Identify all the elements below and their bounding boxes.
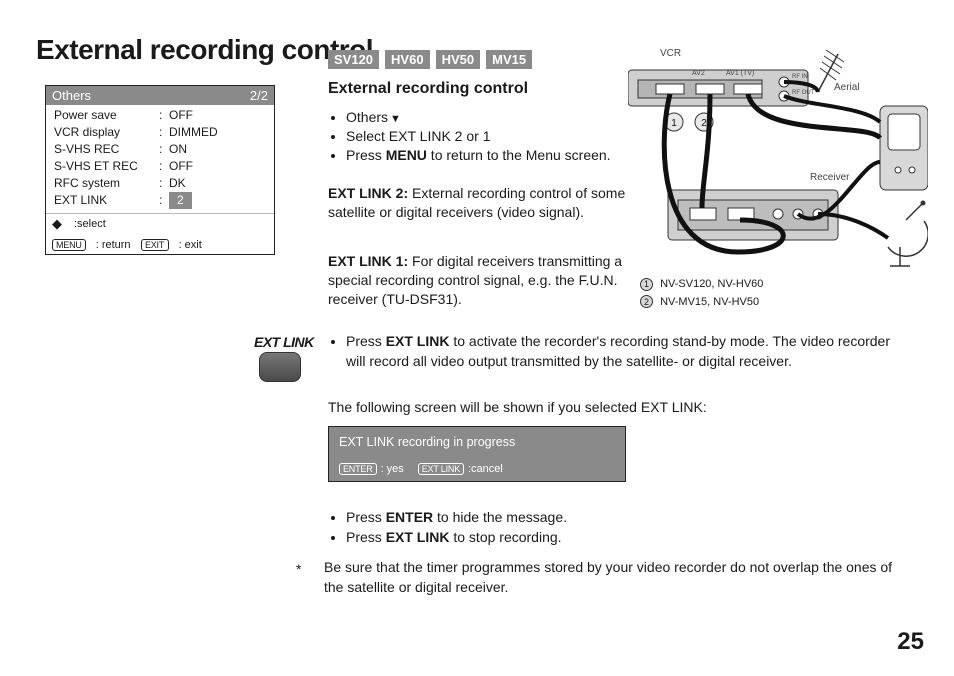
osd-row-selected: EXT LINK : 2	[46, 192, 274, 209]
step-2: Select EXT LINK 2 or 1	[346, 127, 628, 146]
legend-num: 1	[640, 278, 653, 291]
extlink-key-icon: EXT LINK	[418, 463, 464, 475]
label-vcr: VCR	[660, 48, 681, 59]
step-3: Press MENU to return to the Menu screen.	[346, 146, 628, 165]
step-1: Others	[346, 108, 628, 127]
osd-footer: :select MENU : return EXIT : exit	[46, 213, 274, 254]
osd-body: Power save : OFF VCR display : DIMMED S-…	[46, 105, 274, 213]
footnote-text: Be sure that the timer programmes stored…	[324, 559, 892, 595]
screen-intro: The following screen will be shown if yo…	[328, 398, 893, 418]
osd-row-value: OFF	[169, 158, 266, 174]
model-badges: SV120 HV60 HV50 MV15	[328, 50, 532, 69]
osd-row-value: ON	[169, 141, 266, 157]
label-av2: AV2	[692, 70, 705, 77]
footer-exit: : exit	[179, 239, 202, 251]
osd-header: Others 2/2	[46, 86, 274, 105]
diamond-icon	[52, 217, 64, 231]
osd-row-label: S-VHS REC	[54, 141, 159, 157]
extlink1-paragraph: EXT LINK 1: For digital receivers transm…	[328, 252, 628, 309]
osd2-yes: : yes	[381, 463, 404, 475]
page-number: 25	[897, 628, 924, 656]
badge: MV15	[486, 50, 532, 69]
osd-row-label: Power save	[54, 107, 159, 123]
osd2-title: EXT LINK recording in progress	[339, 435, 615, 449]
step-bullets: Others Select EXT LINK 2 or 1 Press MENU…	[328, 108, 628, 165]
exit-key-icon: EXIT	[141, 239, 169, 251]
osd-row-value: DK	[169, 175, 266, 191]
osd-extlink-progress: EXT LINK recording in progress ENTER : y…	[328, 426, 626, 482]
bullet-enter: Press ENTER to hide the message.	[346, 508, 893, 528]
page-title: External recording control	[36, 34, 373, 66]
asterisk-icon: *	[296, 560, 301, 580]
after-osd-bullets: Press ENTER to hide the message. Press E…	[328, 508, 893, 547]
osd-row-label: RFC system	[54, 175, 159, 191]
badge: HV50	[436, 50, 481, 69]
activate-paragraph: Press EXT LINK to activate the recorder'…	[328, 332, 893, 371]
legend-num: 2	[640, 295, 653, 308]
osd-header-title: Others	[52, 88, 91, 103]
osd-row: S-VHS REC : ON	[46, 140, 274, 157]
menu-key-icon: MENU	[52, 239, 86, 251]
osd-row: VCR display : DIMMED	[46, 123, 274, 140]
legend-text: NV-SV120, NV-HV60	[660, 278, 763, 290]
osd-row-value: OFF	[169, 107, 266, 123]
footer-return: : return	[96, 239, 131, 251]
extlink-button-icon	[259, 352, 301, 382]
osd2-footer: ENTER : yes EXT LINK :cancel	[339, 463, 615, 475]
osd-row-label: EXT LINK	[54, 192, 159, 208]
osd-row: S-VHS ET REC : OFF	[46, 158, 274, 175]
legend-row: 2 NV-MV15, NV-HV50	[640, 294, 763, 312]
diagram-legend: 1 NV-SV120, NV-HV60 2 NV-MV15, NV-HV50	[640, 276, 763, 311]
osd-row-value: DIMMED	[169, 124, 266, 140]
label-aerial: Aerial	[834, 82, 860, 93]
label-av1: AV1 (TV)	[726, 70, 754, 77]
extlink-button-label: EXT LINK	[254, 334, 314, 350]
osd-row-value: 2	[169, 192, 266, 208]
section-title: External recording control	[328, 80, 528, 98]
osd-row-label: S-VHS ET REC	[54, 158, 159, 174]
extlink2-paragraph: EXT LINK 2: External recording control o…	[328, 184, 628, 222]
osd-row-label: VCR display	[54, 124, 159, 140]
bullet-extlink: Press EXT LINK to stop recording.	[346, 528, 893, 548]
legend-text: NV-MV15, NV-HV50	[660, 296, 759, 308]
osd-others-menu: Others 2/2 Power save : OFF VCR display …	[45, 85, 275, 255]
footer-select: :select	[74, 218, 106, 230]
diagram-svg: 1 2	[628, 42, 928, 302]
osd-header-page: 2/2	[250, 88, 268, 103]
label-rfout: RF OUT	[792, 90, 814, 96]
footnote: * Be sure that the timer programmes stor…	[310, 558, 895, 597]
svg-text:1: 1	[671, 118, 677, 129]
legend-row: 1 NV-SV120, NV-HV60	[640, 276, 763, 294]
svg-text:2: 2	[701, 118, 707, 129]
osd-row: Power save : OFF	[46, 106, 274, 123]
enter-key-icon: ENTER	[339, 463, 377, 475]
osd-row: RFC system : DK	[46, 175, 274, 192]
label-receiver: Receiver	[810, 172, 849, 183]
osd2-cancel: :cancel	[468, 463, 503, 475]
label-rfin: RF IN	[792, 74, 808, 80]
badge: HV60	[385, 50, 430, 69]
connection-diagram: 1 2 VCR Aerial Receiver AV2 AV1 (TV) RF …	[628, 42, 928, 312]
badge: SV120	[328, 50, 379, 69]
